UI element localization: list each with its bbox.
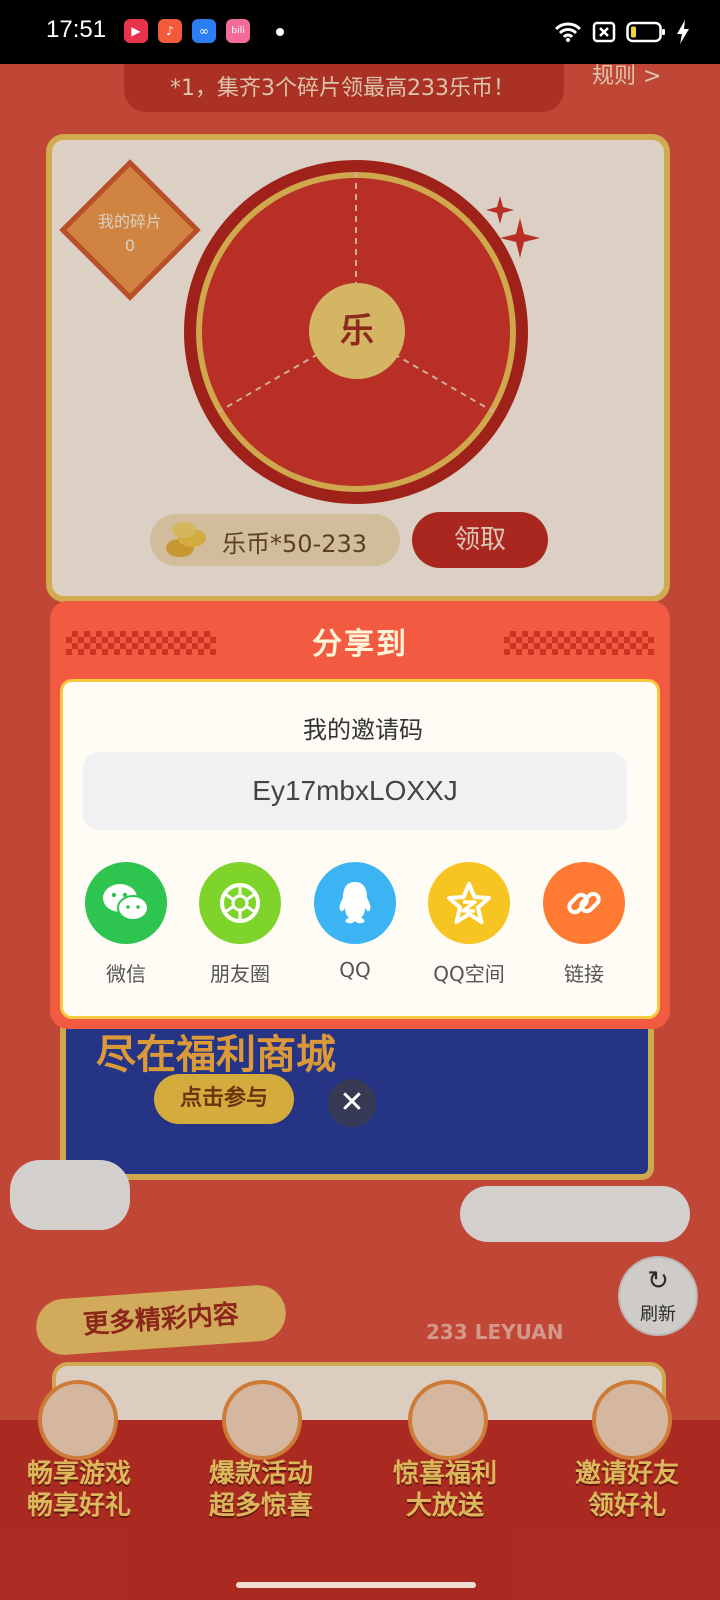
share-moments[interactable]: 朋友圈 xyxy=(190,862,290,987)
share-qq[interactable]: QQ xyxy=(305,862,405,982)
qzone-icon xyxy=(428,862,510,944)
share-label: QQ xyxy=(339,958,371,982)
share-label: 微信 xyxy=(106,962,146,986)
share-wechat[interactable]: 微信 xyxy=(76,862,176,987)
status-bar: 17:51 ▶ ♪ ∞ bili xyxy=(0,0,720,64)
battery-icon xyxy=(626,21,665,43)
youtube-music-icon: ▶ xyxy=(124,19,148,43)
music-icon: ♪ xyxy=(158,19,182,43)
close-button[interactable]: ✕ xyxy=(328,1079,376,1127)
sim-off-icon xyxy=(592,21,616,43)
dialog-content: 我的邀请码 Ey17mbxLOXXJ 微信 朋友圈 QQ QQ空间 链接 xyxy=(60,679,660,1019)
dialog-title: 分享到 xyxy=(312,627,408,662)
close-icon: ✕ xyxy=(339,1085,365,1120)
bilibili-icon: bili xyxy=(226,19,250,43)
share-link[interactable]: 链接 xyxy=(534,862,634,987)
moments-icon xyxy=(199,862,281,944)
share-label: 链接 xyxy=(564,962,604,986)
share-label: QQ空间 xyxy=(433,962,505,986)
notification-dot-icon xyxy=(276,28,284,36)
qq-icon xyxy=(314,862,396,944)
link-icon xyxy=(543,862,625,944)
infinity-app-icon: ∞ xyxy=(192,19,216,43)
invite-code-label: 我的邀请码 xyxy=(303,716,423,744)
invite-code-box[interactable]: Ey17mbxLOXXJ xyxy=(83,752,627,830)
share-label: 朋友圈 xyxy=(210,962,270,986)
wifi-icon xyxy=(554,22,582,42)
status-time: 17:51 xyxy=(46,16,107,43)
wechat-icon xyxy=(85,862,167,944)
charging-icon xyxy=(677,20,689,44)
share-qzone[interactable]: QQ空间 xyxy=(419,862,519,987)
home-indicator[interactable] xyxy=(236,1582,476,1588)
share-dialog: 分享到 我的邀请码 Ey17mbxLOXXJ 微信 朋友圈 QQ QQ空间 链接 xyxy=(50,601,670,1029)
